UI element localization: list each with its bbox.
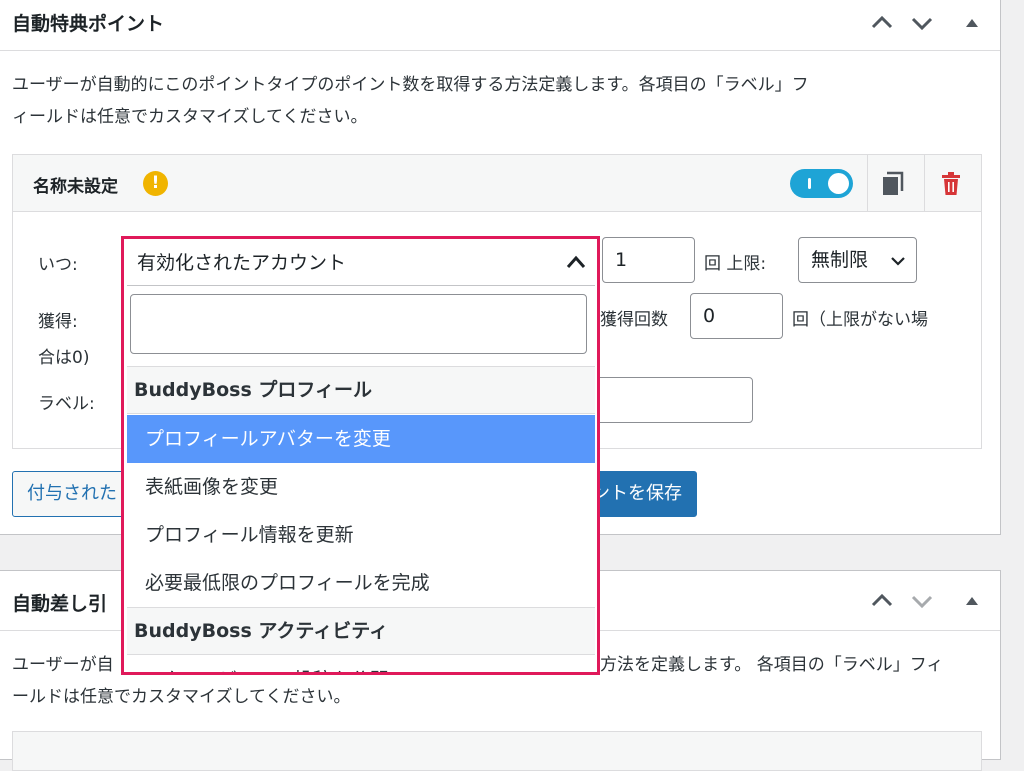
limit-label: 回 上限:	[704, 254, 767, 274]
option-group-label: BuddyBoss プロフィール	[127, 366, 595, 414]
earn-label-continued: 合は0)	[38, 348, 90, 368]
event-dropdown: 有効化されたアカウント BuddyBoss プロフィール プロフィールアバターを…	[121, 236, 600, 675]
count-input[interactable]: 1	[602, 237, 695, 283]
max-earn-suffix: 回（上限がない場	[792, 310, 928, 330]
move-down-button[interactable]	[908, 587, 936, 615]
warning-icon: !	[143, 171, 168, 196]
triangle-up-icon	[966, 19, 978, 27]
description-line: ィールドは任意でカスタマイズしてください。	[12, 107, 368, 127]
trash-icon	[942, 172, 960, 195]
description-fragment: ユーザーが自	[12, 655, 114, 675]
chevron-up-icon	[871, 15, 893, 29]
delete-button[interactable]	[939, 171, 963, 201]
triangle-up-icon	[966, 597, 978, 605]
move-up-button[interactable]	[868, 9, 896, 37]
dropdown-option[interactable]: プロフィール情報を更新	[127, 511, 595, 559]
panel-title: 自動特典ポイント	[12, 13, 165, 35]
divider	[867, 155, 868, 212]
hook-item-name: 名称未設定	[33, 177, 118, 197]
enable-toggle[interactable]	[790, 169, 853, 198]
duplicate-button[interactable]	[881, 171, 905, 201]
label-label: ラベル:	[38, 394, 95, 414]
limit-select-value: 無制限	[811, 249, 869, 271]
dropdown-option[interactable]: アクティビティの投稿を公開	[127, 656, 595, 672]
panel-description: ユーザーが自動的にこのポイントタイプのポイント数を取得する方法定義します。各項目…	[12, 69, 987, 133]
description-fragment: 方法を定義します。 各項目の「ラベル」フィ	[600, 655, 944, 675]
hook-item-header: 名称未設定 !	[13, 155, 981, 212]
max-earn-input[interactable]: 0	[690, 293, 783, 339]
option-group-label: BuddyBoss アクティビティ	[127, 607, 595, 655]
panel-header: 自動特典ポイント	[0, 0, 1000, 51]
dropdown-options-list: BuddyBoss プロフィール プロフィールアバターを変更 表紙画像を変更 プ…	[127, 366, 595, 672]
chevron-down-icon	[911, 17, 933, 31]
earn-label: 獲得:	[38, 312, 78, 332]
chevron-down-icon	[911, 595, 933, 609]
move-up-button[interactable]	[868, 587, 896, 615]
toggle-on-indicator	[808, 178, 811, 189]
toggle-knob	[828, 173, 849, 194]
chevron-up-icon	[871, 593, 893, 607]
label-input[interactable]	[573, 377, 753, 423]
dropdown-option[interactable]: プロフィールアバターを変更	[127, 415, 595, 463]
secondary-button[interactable]: 付与された	[12, 471, 132, 517]
dropdown-option[interactable]: 必要最低限のプロフィールを完成	[127, 559, 595, 607]
dropdown-search-input[interactable]	[130, 294, 587, 354]
chevron-down-icon	[891, 257, 905, 266]
panel-title: 自動差し引	[12, 593, 108, 615]
limit-select[interactable]: 無制限	[798, 237, 917, 283]
description-line: ールドは任意でカスタマイズしてください。	[12, 687, 351, 707]
chevron-up-icon	[566, 255, 586, 268]
description-line: ユーザーが自動的にこのポイントタイプのポイント数を取得する方法定義します。各項目…	[12, 75, 809, 95]
divider	[924, 155, 925, 212]
hook-item	[12, 731, 982, 771]
max-earn-label: 獲得回数	[600, 310, 668, 330]
when-label: いつ:	[38, 255, 78, 275]
dropdown-option[interactable]: 表紙画像を変更	[127, 463, 595, 511]
event-select-value: 有効化されたアカウント	[137, 252, 347, 274]
toggle-panel-button[interactable]	[958, 9, 986, 37]
move-down-button[interactable]	[908, 9, 936, 37]
toggle-panel-button[interactable]	[958, 587, 986, 615]
copy-icon	[883, 171, 904, 195]
event-select[interactable]: 有効化されたアカウント	[127, 241, 595, 286]
